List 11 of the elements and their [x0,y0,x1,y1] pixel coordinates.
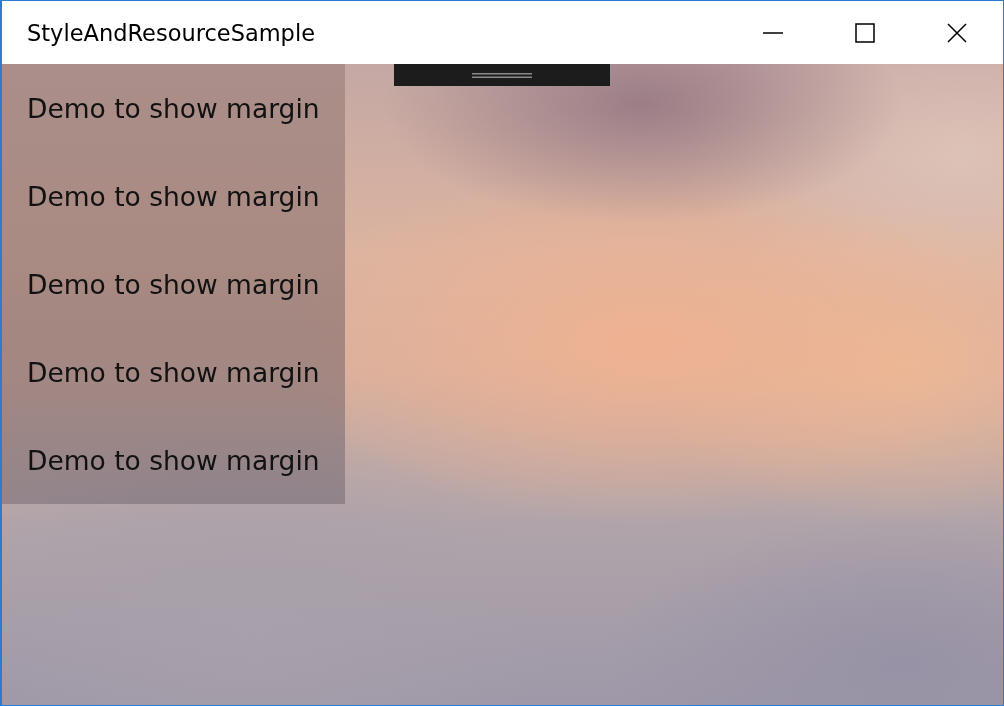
demo-text: Demo to show margin [27,268,320,300]
toolbar-handle[interactable] [394,64,610,86]
grip-lines-icon [472,72,532,78]
demo-text: Demo to show margin [27,180,320,212]
demo-text: Demo to show margin [27,444,320,476]
window-title: StyleAndResourceSample [27,19,315,46]
maximize-icon [855,22,875,43]
demo-text: Demo to show margin [27,356,320,388]
demo-text: Demo to show margin [27,92,320,124]
close-icon [947,22,967,43]
minimize-icon [763,31,783,34]
